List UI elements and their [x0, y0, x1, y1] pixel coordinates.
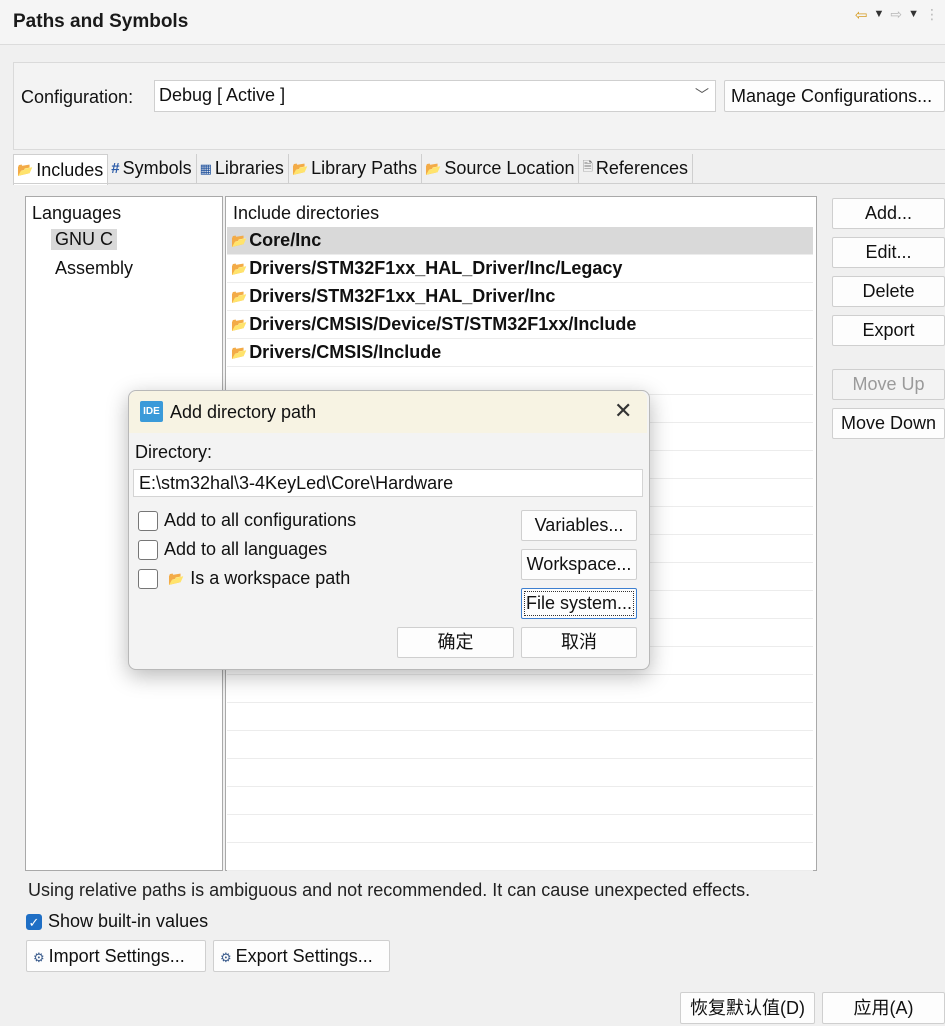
empty-row [227, 787, 813, 815]
tab-references[interactable]: 🗎 References [579, 154, 693, 183]
delete-button[interactable]: Delete [832, 276, 945, 307]
folder-include-icon: 📂 [231, 288, 248, 304]
directory-label: Directory: [135, 442, 213, 462]
add-to-all-languages-checkbox[interactable]: Add to all languages [138, 539, 327, 560]
export-button[interactable]: Export [832, 315, 945, 346]
languages-header: Languages [32, 203, 122, 223]
show-builtin-values-checkbox[interactable]: ✓ Show built-in values [26, 911, 208, 932]
tab-label: Libraries [214, 158, 284, 178]
workspace-path-checkbox[interactable]: 📂 Is a workspace path [138, 568, 350, 589]
folder-icon: 📂 [168, 570, 185, 586]
folder-include-icon: 📂 [231, 316, 248, 332]
empty-row [227, 815, 813, 843]
tab-label: Includes [36, 159, 104, 180]
add-button[interactable]: Add... [832, 198, 945, 229]
empty-row [227, 759, 813, 787]
move-down-button[interactable]: Move Down [832, 408, 945, 439]
tab-bar: 📂 Includes # Symbols ▦ Libraries 📂 Libra… [13, 154, 693, 185]
language-item-assembly[interactable]: Assembly [55, 258, 133, 279]
ide-logo-icon: IDE [140, 401, 163, 422]
configuration-select[interactable]: Debug [ Active ] ﹀ [154, 80, 716, 112]
include-path: Drivers/STM32F1xx_HAL_Driver/Inc [249, 286, 556, 306]
directory-input[interactable]: E:\stm32hal\3-4KeyLed\Core\Hardware [133, 469, 643, 497]
include-row[interactable]: 📂 Drivers/CMSIS/Device/ST/STM32F1xx/Incl… [227, 311, 813, 339]
include-row[interactable]: 📂 Core/Inc [227, 227, 813, 255]
back-dropdown-icon[interactable]: ▼ [873, 6, 884, 24]
include-row[interactable]: 📂 Drivers/CMSIS/Include [227, 339, 813, 367]
tab-library-paths[interactable]: 📂 Library Paths [288, 154, 423, 183]
tab-symbols[interactable]: # Symbols [108, 154, 197, 183]
include-path: Drivers/CMSIS/Device/ST/STM32F1xx/Includ… [249, 314, 637, 334]
folder-include-icon: 📂 [231, 260, 248, 276]
edit-button[interactable]: Edit... [832, 237, 945, 268]
include-path: Drivers/STM32F1xx_HAL_Driver/Inc/Legacy [249, 258, 623, 278]
include-rows: 📂 Core/Inc 📂 Drivers/STM32F1xx_HAL_Drive… [227, 227, 813, 367]
empty-row [227, 843, 813, 871]
dialog-title: Add directory path [170, 402, 317, 422]
add-to-all-configurations-label: Add to all configurations [164, 510, 357, 530]
import-settings-label: Import Settings... [48, 946, 185, 966]
apply-button[interactable]: 应用(A) [822, 992, 945, 1024]
tab-label: References [595, 158, 688, 178]
tab-source-location[interactable]: 📂 Source Location [422, 154, 580, 183]
export-settings-label: Export Settings... [235, 946, 373, 966]
empty-row [227, 675, 813, 703]
include-row[interactable]: 📂 Drivers/STM32F1xx_HAL_Driver/Inc [227, 283, 813, 311]
include-row[interactable]: 📂 Drivers/STM32F1xx_HAL_Driver/Inc/Legac… [227, 255, 813, 283]
include-directories-header: Include directories [233, 203, 380, 223]
folder-include-icon: 📂 [231, 344, 248, 360]
folder-include-icon: 📂 [231, 232, 248, 248]
checkbox-icon[interactable] [138, 539, 158, 560]
add-to-all-languages-label: Add to all languages [164, 539, 328, 559]
configuration-value: Debug [ Active ] [159, 85, 286, 105]
tab-label: Symbols [122, 158, 192, 178]
workspace-button[interactable]: Workspace... [521, 549, 637, 580]
include-path: Core/Inc [249, 230, 322, 250]
document-icon: 🗎 [582, 158, 593, 174]
nav-icons: ⇦ ▼ ⇨ ▼ ⋮ [855, 6, 939, 24]
export-settings-button[interactable]: ⚙ Export Settings... [213, 940, 390, 972]
checkbox-icon[interactable] [138, 568, 158, 589]
tab-label: Source Location [444, 158, 575, 178]
library-icon: ▦ [199, 160, 212, 176]
page-title: Paths and Symbols [13, 11, 189, 32]
export-icon: ⚙ [220, 950, 232, 965]
move-up-button[interactable]: Move Up [832, 369, 945, 400]
workspace-path-label: Is a workspace path [190, 568, 351, 588]
configuration-label: Configuration: [21, 87, 134, 107]
chevron-down-icon: ﹀ [695, 87, 709, 103]
import-icon: ⚙ [33, 950, 45, 965]
folder-include-icon: 📂 [17, 162, 34, 177]
folder-library-icon: 📂 [291, 160, 309, 176]
relative-path-warning: Using relative paths is ambiguous and no… [28, 880, 751, 900]
manage-configurations-button[interactable]: Manage Configurations... [724, 80, 945, 112]
include-path: Drivers/CMSIS/Include [249, 342, 442, 362]
empty-row [227, 731, 813, 759]
variables-button[interactable]: Variables... [521, 510, 637, 541]
language-item-gnu-c[interactable]: GNU C [51, 229, 117, 250]
tab-libraries[interactable]: ▦ Libraries [196, 154, 289, 183]
checkbox-icon[interactable] [138, 510, 158, 531]
tab-label: Library Paths [311, 158, 418, 178]
file-system-button[interactable]: File system... [521, 588, 637, 619]
restore-defaults-button[interactable]: 恢复默认值(D) [680, 992, 815, 1024]
back-arrow-icon[interactable]: ⇦ [855, 6, 868, 24]
checkbox-checked-icon[interactable]: ✓ [26, 913, 42, 930]
close-icon[interactable]: ✕ [614, 398, 632, 424]
more-icon[interactable]: ⋮ [925, 6, 939, 24]
add-to-all-configurations-checkbox[interactable]: Add to all configurations [138, 510, 356, 531]
hash-icon: # [111, 160, 120, 177]
forward-arrow-icon[interactable]: ⇨ [890, 6, 902, 24]
forward-dropdown-icon[interactable]: ▼ [908, 6, 919, 24]
import-settings-button[interactable]: ⚙ Import Settings... [26, 940, 206, 972]
cancel-button[interactable]: 取消 [521, 627, 637, 658]
ok-button[interactable]: 确定 [397, 627, 514, 658]
tab-includes[interactable]: 📂 Includes [13, 154, 109, 185]
folder-source-icon: 📂 [425, 160, 442, 176]
tab-divider [13, 183, 945, 184]
show-builtin-values-label: Show built-in values [48, 911, 209, 931]
empty-row [227, 703, 813, 731]
